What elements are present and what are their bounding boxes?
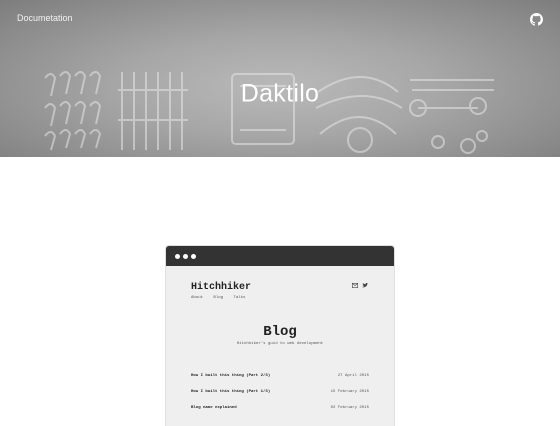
github-icon[interactable] [530, 13, 543, 26]
hero-banner: Documetation Daktilo [0, 0, 560, 157]
mail-icon [352, 283, 358, 288]
window-dot [175, 254, 180, 259]
window-dot [191, 254, 196, 259]
nav-item-talks: Talks [233, 296, 246, 300]
twitter-icon [362, 283, 368, 288]
page-title: Daktilo [240, 79, 320, 108]
typewriter-parts-illustration [44, 71, 494, 154]
blog-subtitle: Hitchhiker's guid to web development [236, 342, 324, 346]
post-date: 15 February 2015 [330, 390, 369, 394]
nav-item-blog: Blog [213, 296, 224, 300]
post-title: How I built this thing (Part 1/3) [191, 390, 271, 394]
post-date: 02 February 2015 [330, 406, 369, 410]
post-title: How I built this thing (Part 2/3) [191, 374, 271, 378]
site-title: Hitchhiker [191, 282, 252, 293]
theme-preview-window: Hitchhiker About Blog Talks Blog Hitchhi… [166, 246, 394, 426]
blog-title: Blog [263, 324, 297, 340]
post-date: 27 April 2015 [337, 374, 369, 378]
site-nav: About Blog Talks [191, 296, 253, 300]
documentation-link[interactable]: Documetation [17, 13, 73, 23]
window-titlebar [166, 246, 394, 266]
post-title: Blog name explained [191, 406, 237, 410]
nav-item-about: About [191, 296, 204, 300]
window-dot [183, 254, 188, 259]
